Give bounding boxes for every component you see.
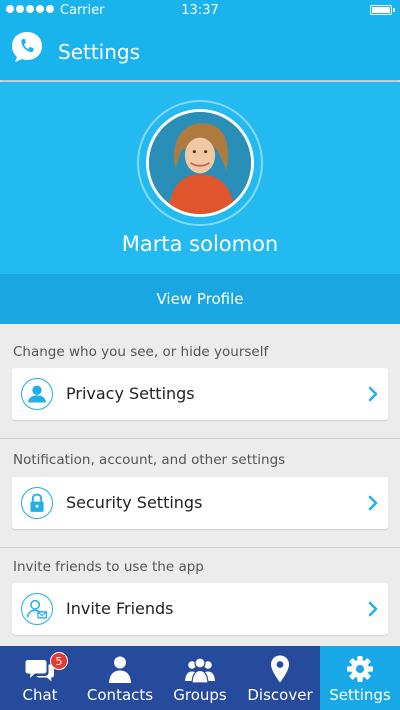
tab-contacts[interactable]: Contacts: [80, 646, 160, 710]
privacy-settings-button[interactable]: Privacy Settings: [12, 368, 388, 420]
chevron-right-icon: [368, 601, 378, 617]
tab-contacts-label: Contacts: [86, 686, 154, 704]
privacy-settings-label: Privacy Settings: [66, 384, 195, 403]
invite-user-icon: [21, 593, 53, 625]
tab-settings-label: Settings: [329, 686, 391, 704]
tab-settings[interactable]: Settings: [320, 646, 400, 710]
bottom-tab-bar: 5 Chat Contacts Groups Discover Settings: [0, 646, 400, 710]
security-settings-label: Security Settings: [66, 493, 203, 512]
page-title: Settings: [58, 40, 141, 64]
view-profile-button[interactable]: View Profile: [0, 274, 400, 324]
clock: 13:37: [181, 3, 219, 18]
security-caption: Notification, account, and other setting…: [13, 452, 286, 468]
lock-icon: [21, 487, 53, 519]
contact-icon: [109, 656, 131, 683]
profile-name: Marta solomon: [121, 232, 279, 256]
tab-discover[interactable]: Discover: [240, 646, 320, 710]
section-divider: [0, 438, 400, 439]
chat-unread-badge: 5: [50, 652, 68, 670]
invite-caption: Invite friends to use the app: [13, 559, 204, 575]
location-pin-icon: [271, 655, 289, 683]
groups-icon: [185, 657, 215, 684]
chevron-right-icon: [368, 386, 378, 402]
section-divider: [0, 547, 400, 548]
user-icon: [21, 378, 53, 410]
invite-friends-button[interactable]: Invite Friends: [12, 583, 388, 635]
tab-chat[interactable]: 5 Chat: [0, 646, 80, 710]
status-bar: Carrier 13:37: [0, 0, 400, 22]
profile-panel: Marta solomon: [0, 82, 400, 274]
avatar-photo: [149, 112, 251, 214]
battery-icon: [370, 5, 395, 15]
tab-groups[interactable]: Groups: [160, 646, 240, 710]
avatar[interactable]: [146, 109, 254, 217]
privacy-caption: Change who you see, or hide yourself: [13, 344, 269, 360]
app-header: Settings: [0, 22, 400, 80]
chevron-right-icon: [368, 495, 378, 511]
phone-bubble-icon[interactable]: [10, 30, 44, 64]
tab-discover-label: Discover: [247, 686, 313, 704]
tab-chat-label: Chat: [22, 686, 58, 704]
security-settings-button[interactable]: Security Settings: [12, 477, 388, 529]
gear-icon: [347, 656, 373, 682]
invite-friends-label: Invite Friends: [66, 599, 174, 618]
tab-groups-label: Groups: [173, 686, 227, 704]
